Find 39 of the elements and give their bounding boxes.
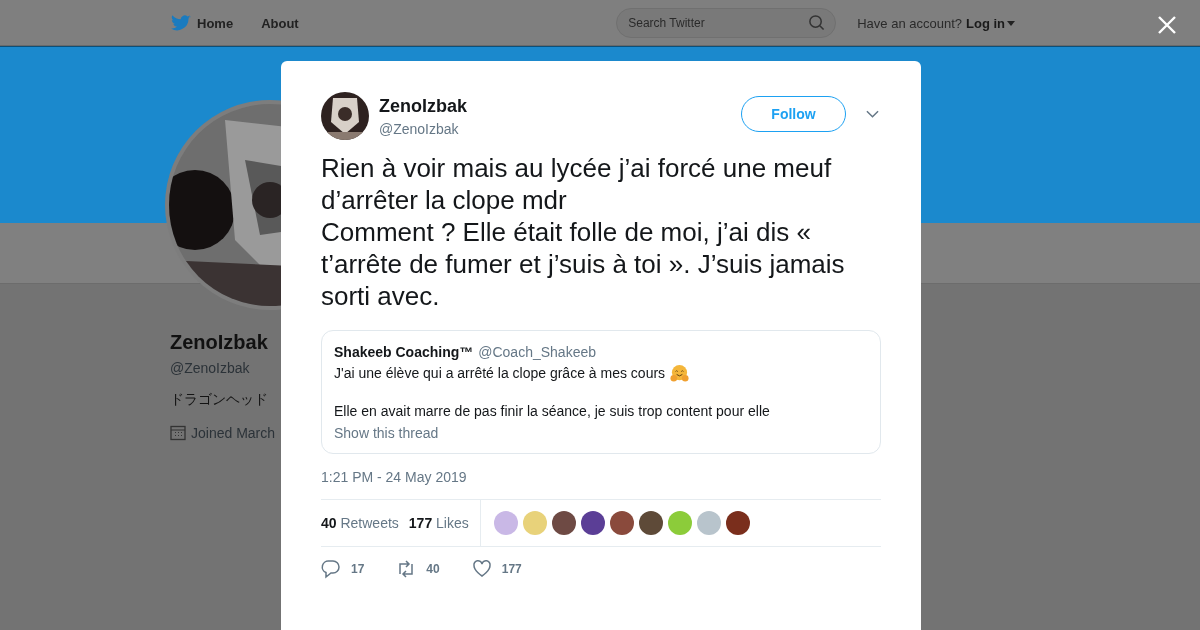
author-name: ZenoIzbak [379, 95, 468, 117]
login-link[interactable]: Log in [966, 15, 1005, 31]
nav-link[interactable]: About [261, 15, 299, 31]
action-button[interactable]: 40 [396, 559, 440, 579]
close-icon[interactable] [1156, 14, 1178, 36]
show-thread-link[interactable]: Show this thread [334, 425, 439, 441]
account-prompt: Have an account? [857, 15, 962, 31]
user-avatar[interactable] [551, 511, 576, 535]
profile-name: ZenoIzbak [170, 331, 269, 354]
quoted-tweet[interactable]: Shakeeb Coaching™ @Coach_Shakeeb J'ai une élève qui a arrêté la clope grâce à mes cours Elle en avait marre de pas finir la séance, je suis trop content pour elle Show this thread [321, 330, 881, 454]
stat-link[interactable]: 40 Retweets [321, 515, 399, 531]
joined-date: Joined March [191, 425, 276, 441]
action-button[interactable]: 177 [471, 559, 522, 579]
chevron-icon[interactable] [866, 110, 879, 118]
user-avatar[interactable] [609, 511, 634, 535]
follow-button[interactable]: Follow [741, 96, 846, 132]
tweet-timestamp: 1:21 PM - 24 May 2019 [321, 469, 468, 485]
quoted-text: J'ai une élève qui a arrêté la clope grâce à mes cours [334, 365, 666, 381]
reply-icon [321, 559, 341, 579]
user-avatar[interactable] [580, 511, 605, 535]
user-avatar[interactable] [638, 511, 663, 535]
caret-icon [1007, 20, 1015, 26]
bird-logo-icon [171, 14, 191, 32]
profile-bio: ドラゴンヘッド [170, 391, 268, 407]
search-field[interactable]: Search Twitter [616, 8, 837, 38]
tweet-text: Rien à voir mais au lycée j’ai forcé une meuf d’arrêter la clope mdr Comment ? Elle était folle de moi, j’ai dis « t’arrête de fumer et j’suis à toi ». J’suis jamais sorti avec. [321, 152, 846, 312]
search-icon [808, 14, 826, 31]
hugging-face-icon [670, 363, 690, 383]
heart-icon [471, 559, 492, 579]
calendar-icon [170, 425, 186, 441]
author-handle: @ZenoIzbak [379, 120, 460, 137]
user-avatar[interactable] [725, 511, 750, 535]
stat-link[interactable]: 177 Likes [408, 515, 469, 531]
action-button[interactable]: 17 [321, 559, 365, 579]
quoted-text: Elle en avait marre de pas finir la séance, je suis trop content pour elle [334, 403, 771, 419]
profile-handle: @ZenoIzbak [170, 360, 251, 376]
nav-link[interactable]: Home [197, 15, 234, 31]
quoted-author: Shakeeb Coaching™ [334, 344, 474, 360]
quoted-handle: @Coach_Shakeeb [478, 344, 596, 360]
